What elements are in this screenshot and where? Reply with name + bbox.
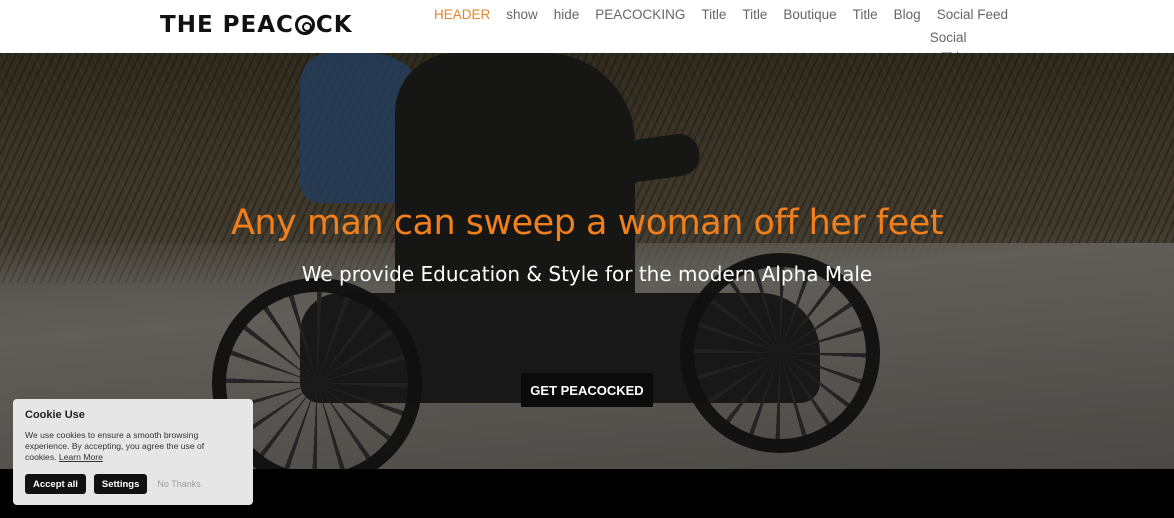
cookie-banner: Cookie Use We use cookies to ensure a sm… <box>13 399 253 505</box>
logo-text-part: THE PE <box>160 12 258 38</box>
cookie-actions: Accept all Settings No Thanks <box>25 474 201 494</box>
cookie-title: Cookie Use <box>25 409 85 421</box>
cookie-body: We use cookies to ensure a smooth browsi… <box>25 430 235 463</box>
logo-text-part: AC <box>257 12 294 38</box>
nav-item-social-feed[interactable]: Social Feed <box>929 4 1016 25</box>
logo-text-part: CK <box>315 12 353 38</box>
site-header: THE PE AC CK HEADER show hide PEACOCKING T… <box>0 0 1174 66</box>
cookie-body-text: We use cookies to ensure a smooth browsi… <box>25 430 205 462</box>
nav-item-blog[interactable]: Blog <box>886 4 929 25</box>
accept-all-button[interactable]: Accept all <box>25 474 86 494</box>
wheel-icon <box>294 15 315 35</box>
hero-headline: Any man can sweep a woman off her feet <box>230 203 944 243</box>
nav-item-title[interactable]: Title <box>734 4 775 25</box>
hero-subheadline: We provide Education & Style for the mod… <box>301 262 873 286</box>
nav-item-title[interactable]: Title <box>693 4 734 25</box>
no-thanks-link[interactable]: No Thanks <box>157 479 200 489</box>
nav-item-show[interactable]: show <box>498 4 546 25</box>
nav-item-header[interactable]: HEADER <box>426 4 498 25</box>
nav-item-hide[interactable]: hide <box>546 4 588 25</box>
cookie-settings-button[interactable]: Settings <box>93 474 148 494</box>
nav-item-peacocking[interactable]: PEACOCKING <box>587 4 693 25</box>
learn-more-link[interactable]: Learn More <box>59 452 103 462</box>
nav-item-boutique[interactable]: Boutique <box>775 4 844 25</box>
site-logo[interactable]: THE PE AC CK <box>160 12 353 38</box>
nav-item-title[interactable]: Title <box>845 4 886 25</box>
get-peacocked-button[interactable]: GET PEACOCKED <box>521 373 653 407</box>
